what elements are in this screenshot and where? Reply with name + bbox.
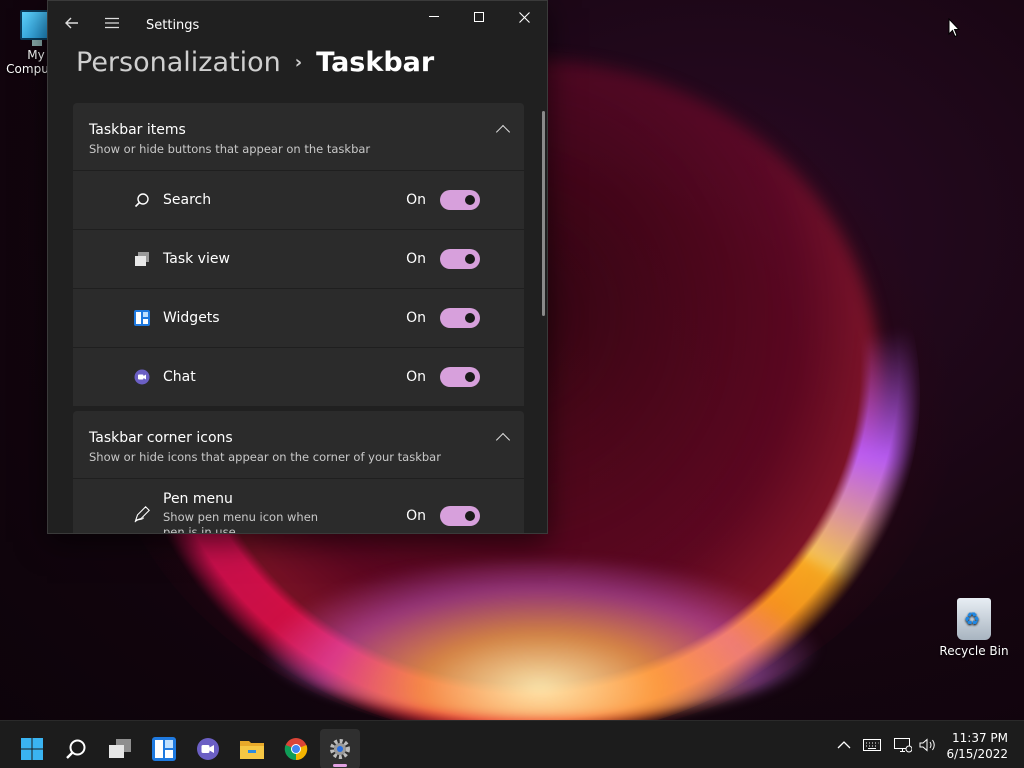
- system-clock[interactable]: 11:37 PM 6/15/2022: [946, 730, 1008, 762]
- pen-icon: [133, 505, 151, 523]
- search-toggle[interactable]: [440, 190, 480, 210]
- pen-menu-text: Pen menu Show pen menu icon when pen is …: [163, 491, 323, 534]
- chat-icon: [133, 368, 151, 386]
- section-subtitle: Show or hide buttons that appear on the …: [89, 142, 371, 156]
- hamburger-menu-icon[interactable]: [96, 7, 128, 39]
- task-view-icon[interactable]: [100, 729, 140, 768]
- chat-icon[interactable]: [188, 729, 228, 768]
- setting-row-pen-menu: Pen menu Show pen menu icon when pen is …: [73, 478, 524, 534]
- chrome-icon[interactable]: [276, 729, 316, 768]
- setting-label: Widgets: [163, 310, 220, 326]
- folder-icon[interactable]: [232, 729, 272, 768]
- widgets-icon: [133, 309, 151, 327]
- toggle-state: On: [406, 310, 426, 326]
- wallpaper-highlight: [260, 560, 820, 720]
- breadcrumb-separator: ›: [294, 52, 303, 73]
- recycle-bin-icon: ♻: [957, 598, 991, 640]
- app-title: Settings: [146, 18, 200, 33]
- volume-icon[interactable]: [918, 735, 938, 755]
- title-bar[interactable]: Settings: [48, 1, 547, 49]
- clock-time: 11:37 PM: [952, 731, 1008, 745]
- clock-date: 6/15/2022: [946, 747, 1008, 761]
- search-icon: [133, 191, 151, 209]
- section-taskbar-corner-icons: Taskbar corner icons Show or hide icons …: [73, 411, 524, 534]
- settings-window: Settings Personalization › Taskbar Taskb…: [47, 0, 548, 534]
- toggle-state: On: [406, 192, 426, 208]
- keyboard-icon[interactable]: [862, 735, 882, 755]
- setting-description: Show pen menu icon when pen is in use: [163, 510, 319, 534]
- chat-toggle[interactable]: [440, 367, 480, 387]
- search-icon[interactable]: [56, 729, 96, 768]
- back-arrow-icon[interactable]: [56, 7, 88, 39]
- task-view-icon: [133, 250, 151, 268]
- toggle-state: On: [406, 369, 426, 385]
- section-taskbar-items: Taskbar items Show or hide buttons that …: [73, 103, 524, 406]
- task-view-toggle[interactable]: [440, 249, 480, 269]
- scrollbar[interactable]: [542, 111, 545, 316]
- section-title: Taskbar corner icons: [89, 430, 233, 446]
- setting-label: Task view: [163, 251, 230, 267]
- section-title: Taskbar items: [89, 122, 186, 138]
- breadcrumb: Personalization › Taskbar: [76, 47, 434, 78]
- widgets-toggle[interactable]: [440, 308, 480, 328]
- toggle-state: On: [406, 508, 426, 524]
- toggle-state: On: [406, 251, 426, 267]
- maximize-icon[interactable]: [456, 1, 502, 33]
- widgets-icon[interactable]: [144, 729, 184, 768]
- minimize-icon[interactable]: [411, 1, 457, 33]
- section-header[interactable]: Taskbar corner icons Show or hide icons …: [73, 411, 524, 478]
- section-header[interactable]: Taskbar items Show or hide buttons that …: [73, 103, 524, 170]
- setting-label: Search: [163, 192, 212, 208]
- active-app-indicator: [333, 764, 347, 767]
- taskbar: 11:37 PM 6/15/2022: [0, 720, 1024, 768]
- section-subtitle: Show or hide icons that appear on the co…: [89, 450, 441, 464]
- setting-row-search: Search On: [73, 170, 524, 229]
- setting-label: Pen menu: [163, 491, 233, 507]
- chevron-up-icon[interactable]: [834, 735, 854, 755]
- pen-menu-toggle[interactable]: [440, 506, 480, 526]
- breadcrumb-parent[interactable]: Personalization: [76, 47, 281, 78]
- desktop-icon-recycle-bin[interactable]: ♻ Recycle Bin: [938, 598, 1010, 658]
- setting-label: Chat: [163, 369, 196, 385]
- mouse-cursor-icon: [948, 17, 961, 42]
- close-icon[interactable]: [501, 1, 547, 33]
- setting-row-widgets: Widgets On: [73, 288, 524, 347]
- setting-row-chat: Chat On: [73, 347, 524, 406]
- gear-icon[interactable]: [320, 729, 360, 768]
- network-icon[interactable]: [893, 735, 913, 755]
- setting-row-task-view: Task view On: [73, 229, 524, 288]
- page-title: Taskbar: [316, 47, 435, 78]
- desktop-icon-label: Recycle Bin: [939, 644, 1009, 658]
- windows-start-icon[interactable]: [12, 729, 52, 768]
